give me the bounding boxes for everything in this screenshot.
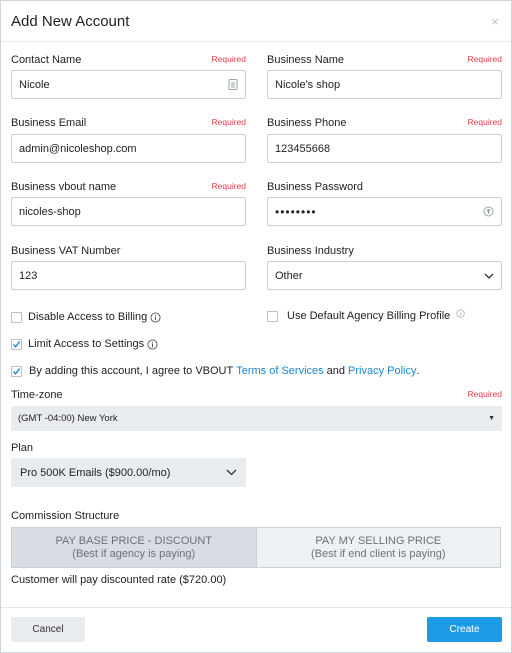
disable-billing-label: Disable Access to Billing [28, 311, 148, 323]
commission-label: Commission Structure [11, 510, 120, 522]
industry-value: Other [275, 269, 303, 282]
business-password-value: •••••••• [275, 204, 317, 219]
industry-select[interactable]: Other [267, 261, 502, 290]
industry-label: Business Industry [267, 245, 354, 257]
required-indicator: Required [467, 389, 503, 399]
business-email-input[interactable]: admin@nicoleshop.com [11, 134, 246, 163]
commission-option-selling-price[interactable]: PAY MY SELLING PRICE (Best if end client… [255, 528, 500, 567]
default-billing-profile-checkbox[interactable]: Use Default Agency Billing Profile [267, 308, 465, 322]
business-password-input[interactable]: •••••••• [267, 197, 502, 226]
password-reveal-icon[interactable] [483, 206, 494, 217]
business-name-value: Nicole's shop [275, 78, 341, 91]
add-account-dialog: Add New Account × Contact Name Required … [0, 0, 512, 653]
checkbox-checked[interactable] [11, 365, 22, 377]
caret-down-icon: ▼ [488, 415, 495, 422]
checkbox-unchecked[interactable] [267, 310, 278, 322]
required-indicator: Required [211, 117, 247, 127]
limit-settings-checkbox[interactable]: Limit Access to Settings [11, 338, 158, 350]
vat-number-value: 123 [19, 269, 38, 282]
contact-name-label: Contact Name [11, 54, 82, 66]
commission-note: Customer will pay discounted rate ($720.… [11, 574, 227, 586]
info-icon[interactable] [147, 338, 158, 350]
limit-settings-label: Limit Access to Settings [28, 338, 145, 350]
commission-toggle: PAY BASE PRICE - DISCOUNT (Best if agenc… [11, 527, 501, 568]
disable-billing-checkbox[interactable]: Disable Access to Billing [11, 311, 161, 323]
business-email-value: admin@nicoleshop.com [19, 142, 137, 155]
and-text: and [326, 365, 346, 377]
agree-text: By adding this account, I agree to VBOUT [29, 365, 234, 377]
commission-option-base-price[interactable]: PAY BASE PRICE - DISCOUNT (Best if agenc… [12, 528, 256, 567]
agree-terms-checkbox[interactable]: By adding this account, I agree to VBOUT… [11, 365, 420, 377]
vbout-name-value: nicoles-shop [19, 205, 81, 218]
agree-end-text: . [416, 365, 420, 377]
timezone-value: (GMT -04:00) New York [18, 413, 118, 424]
option-title: PAY MY SELLING PRICE [315, 534, 442, 547]
plan-select[interactable]: Pro 500K Emails ($900.00/mo) [11, 458, 246, 487]
dialog-header: Add New Account × [1, 1, 511, 42]
cancel-button[interactable]: Cancel [11, 617, 85, 642]
option-subtitle: (Best if agency is paying) [72, 547, 196, 560]
vat-number-input[interactable]: 123 [11, 261, 246, 290]
checkbox-checked[interactable] [11, 338, 22, 350]
terms-of-service-link[interactable]: Terms of Services [236, 365, 323, 377]
close-icon[interactable]: × [489, 14, 501, 29]
required-indicator: Required [211, 54, 247, 64]
option-title: PAY BASE PRICE - DISCOUNT [55, 534, 212, 547]
business-phone-value: 123455668 [275, 142, 331, 155]
vbout-name-input[interactable]: nicoles-shop [11, 197, 246, 226]
business-phone-label: Business Phone [267, 117, 347, 129]
plan-label: Plan [11, 442, 34, 454]
option-subtitle: (Best if end client is paying) [310, 547, 446, 560]
contact-name-value: Nicole [19, 78, 50, 91]
default-billing-profile-label: Use Default Agency Billing Profile [287, 310, 451, 322]
vat-number-label: Business VAT Number [11, 245, 121, 257]
business-name-label: Business Name [267, 54, 345, 66]
chevron-down-icon [226, 469, 237, 476]
business-password-label: Business Password [267, 181, 363, 193]
info-icon[interactable] [456, 308, 465, 318]
required-indicator: Required [211, 181, 247, 191]
dialog-title: Add New Account [11, 12, 130, 30]
create-button[interactable]: Create [427, 617, 502, 642]
timezone-select[interactable]: (GMT -04:00) New York ▼ [11, 406, 502, 431]
timezone-label: Time-zone [11, 389, 63, 401]
chevron-down-icon [484, 273, 494, 279]
contact-card-icon [228, 79, 238, 90]
required-indicator: Required [467, 117, 503, 127]
business-name-input[interactable]: Nicole's shop [267, 70, 502, 99]
checkbox-unchecked[interactable] [11, 311, 22, 323]
required-indicator: Required [467, 54, 503, 64]
contact-name-input[interactable]: Nicole [11, 70, 246, 99]
privacy-policy-link[interactable]: Privacy Policy [348, 365, 416, 377]
business-phone-input[interactable]: 123455668 [267, 134, 502, 163]
info-icon[interactable] [150, 311, 161, 323]
business-email-label: Business Email [11, 117, 87, 129]
plan-value: Pro 500K Emails ($900.00/mo) [20, 466, 171, 479]
vbout-name-label: Business vbout name [11, 181, 117, 193]
